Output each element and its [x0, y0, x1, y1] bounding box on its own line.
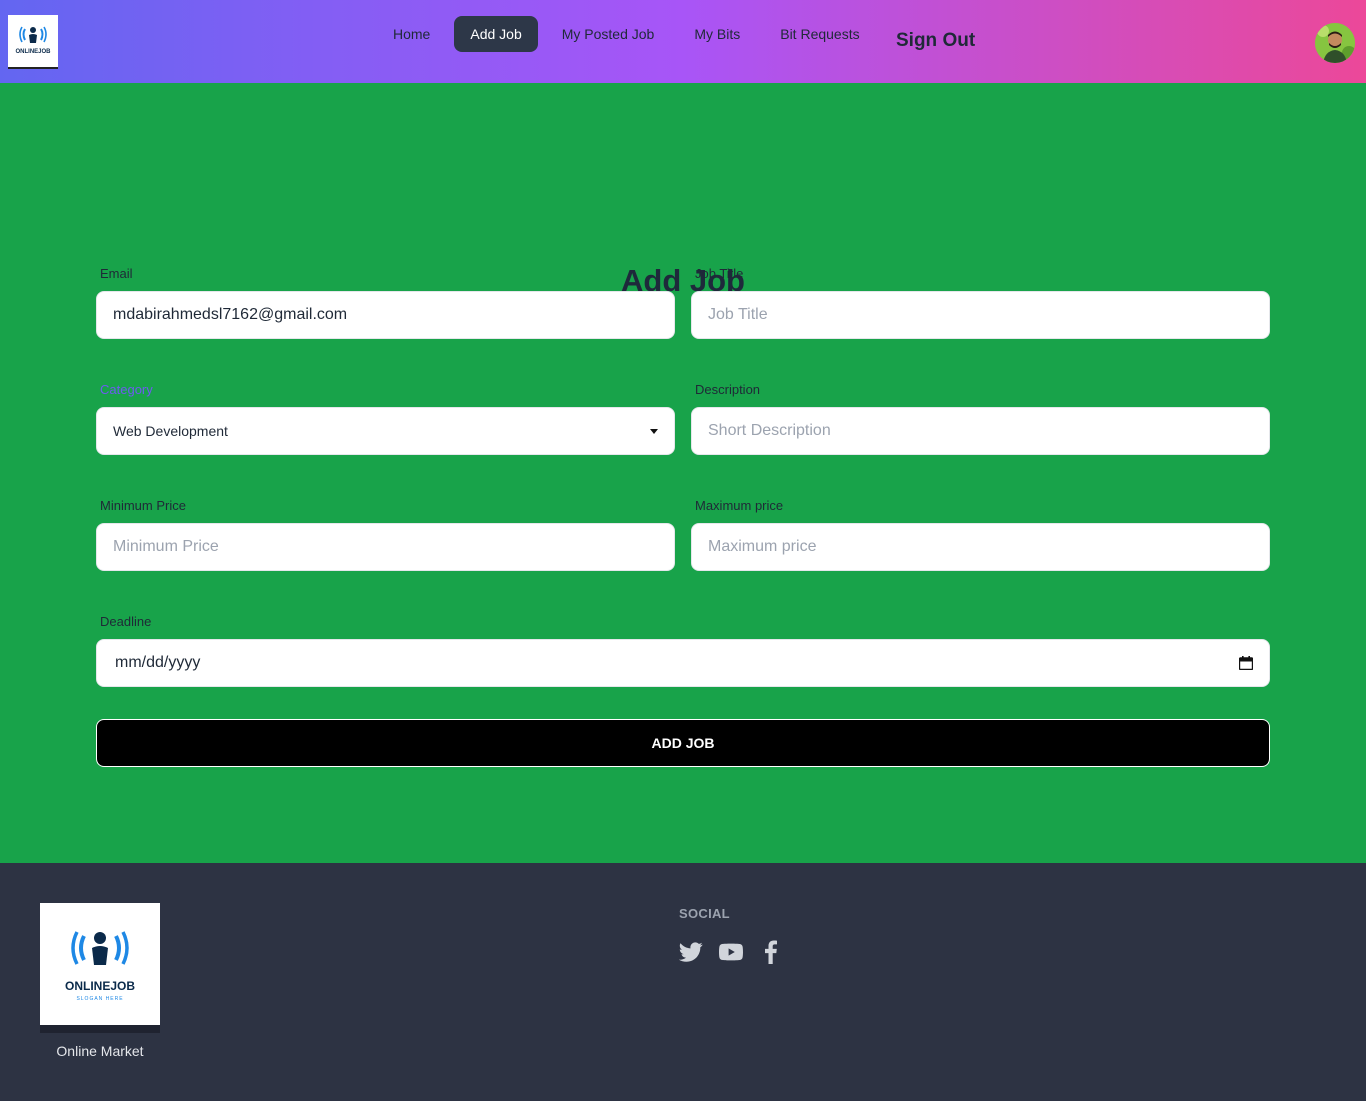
avatar-icon: [1315, 23, 1355, 63]
nav-item-my-bits[interactable]: My Bits: [678, 16, 756, 52]
category-select[interactable]: Web Development: [96, 407, 675, 455]
facebook-icon[interactable]: [759, 940, 783, 964]
min-price-field[interactable]: [96, 523, 675, 571]
main-content: Add Job Email Job Title Category Web Dev…: [0, 83, 1366, 863]
deadline-label: Deadline: [100, 614, 152, 629]
nav-item-bit-requests[interactable]: Bit Requests: [764, 16, 875, 52]
footer: ONLINEJOB SLOGAN HERE Online Market SOCI…: [0, 863, 1366, 1101]
email-field[interactable]: [96, 291, 675, 339]
footer-logo[interactable]: ONLINEJOB SLOGAN HERE: [40, 903, 160, 1033]
youtube-icon[interactable]: [719, 940, 743, 964]
min-price-label: Minimum Price: [100, 498, 186, 513]
description-label: Description: [695, 382, 761, 397]
footer-logo-slogan: SLOGAN HERE: [76, 996, 123, 1002]
max-price-field[interactable]: [691, 523, 1270, 571]
footer-logo-text: ONLINEJOB: [65, 979, 135, 993]
nav-item-my-posted-job[interactable]: My Posted Job: [546, 16, 671, 52]
navbar: ONLINEJOB Home Add Job My Posted Job My …: [0, 0, 1366, 83]
job-title-label: Job Title: [695, 266, 744, 281]
footer-brand-name: Online Market: [56, 1043, 144, 1059]
nav-menu: Home Add Job My Posted Job My Bits Bit R…: [377, 16, 884, 52]
chevron-down-icon: [650, 428, 658, 434]
deadline-date-input[interactable]: mm/dd/yyyy: [96, 639, 1270, 687]
site-logo[interactable]: ONLINEJOB: [8, 15, 58, 69]
deadline-placeholder: mm/dd/yyyy: [115, 654, 201, 671]
twitter-icon[interactable]: [679, 940, 703, 964]
add-job-button[interactable]: ADD JOB: [96, 719, 1270, 767]
online-job-logo-icon: ONLINEJOB: [15, 26, 51, 55]
social-heading: SOCIAL: [679, 906, 730, 921]
nav-item-add-job[interactable]: Add Job: [454, 16, 538, 52]
category-selected-value: Web Development: [113, 423, 228, 439]
calendar-icon[interactable]: [1239, 656, 1253, 670]
max-price-label: Maximum price: [695, 498, 784, 513]
online-job-logo-icon: ONLINEJOB SLOGAN HERE: [65, 931, 135, 1002]
job-title-field[interactable]: [691, 291, 1270, 339]
logo-text: ONLINEJOB: [15, 49, 51, 55]
sign-out-button[interactable]: Sign Out: [896, 30, 975, 52]
email-label: Email: [100, 266, 133, 281]
social-links: [679, 940, 799, 964]
user-avatar[interactable]: [1315, 23, 1355, 63]
description-field[interactable]: [691, 407, 1270, 455]
category-label: Category: [100, 382, 153, 397]
logo-watermark-strip: [40, 1025, 160, 1033]
nav-item-home[interactable]: Home: [377, 16, 446, 52]
